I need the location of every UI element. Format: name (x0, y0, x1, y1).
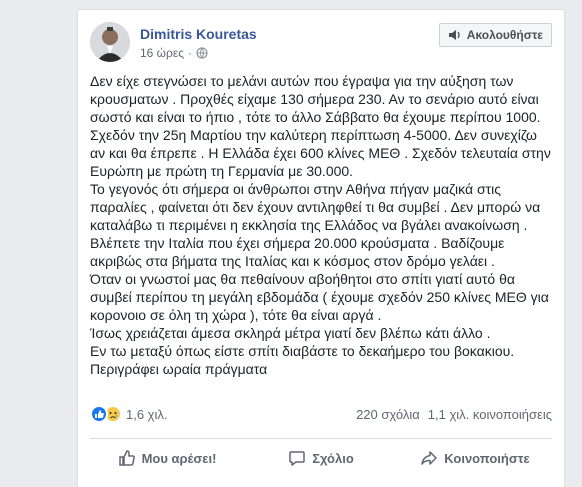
follow-icon (448, 29, 462, 41)
post-paragraph: Δεν είχε στεγνώσει το μελάνι αυτών που έ… (90, 73, 555, 179)
post-stats: 1,6 χιλ. 220 σχόλια 1,1 χιλ. κοινοποιήσε… (90, 404, 552, 424)
comment-button[interactable]: Σχόλιο (244, 442, 398, 474)
comment-label: Σχόλιο (312, 450, 354, 466)
post-body: Δεν είχε στεγνώσει το μελάνι αυτών που έ… (90, 72, 552, 378)
reactions-summary[interactable]: 1,6 χιλ. (90, 405, 168, 423)
follow-button[interactable]: Ακολουθήστε (438, 23, 552, 47)
engagement-counts: 220 σχόλια 1,1 χιλ. κοινοποιήσεις (356, 407, 552, 422)
globe-icon (196, 47, 208, 59)
post-paragraph: Όταν οι γνωστοί μας θα πεθαίνουν αβοήθητ… (90, 271, 553, 323)
post-card: Dimitris Kouretas 16 ώρες · Ακολουθήστε … (77, 9, 565, 487)
post-actions: Μου αρέσει! Σχόλιο Κοινοποιήστε (90, 442, 552, 474)
post-paragraph: Εν τω μεταξύ όπως είστε σπίτι διαβάστε τ… (90, 343, 515, 359)
post-time[interactable]: 16 ώρες (140, 46, 184, 60)
actions-divider (90, 438, 552, 439)
post-header: Dimitris Kouretas 16 ώρες · Ακολουθήστε (90, 22, 552, 66)
reactions-count[interactable]: 1,6 χιλ. (126, 407, 168, 422)
shares-count[interactable]: 1,1 χιλ. κοινοποιήσεις (428, 407, 552, 422)
follow-label: Ακολουθήστε (466, 28, 543, 42)
post-meta: 16 ώρες · (140, 46, 208, 60)
share-button[interactable]: Κοινοποιήστε (398, 442, 552, 474)
post-paragraph: Ίσως χρειάζεται άμεσα σκληρά μέτρα γιατί… (90, 325, 491, 341)
meta-separator: · (188, 46, 193, 60)
author-name[interactable]: Dimitris Kouretas (140, 26, 257, 42)
thumbs-up-icon (118, 450, 135, 466)
like-label: Μου αρέσει! (141, 450, 217, 466)
share-label: Κοινοποιήστε (444, 450, 530, 466)
avatar[interactable] (90, 22, 130, 62)
like-button[interactable]: Μου αρέσει! (90, 442, 244, 474)
comment-icon (289, 451, 305, 466)
post-paragraph: Περιγράφει ωραία πράγματα (90, 361, 268, 377)
comments-count[interactable]: 220 σχόλια (356, 407, 420, 422)
share-icon (421, 451, 438, 465)
post-paragraph: Βλέπετε την Ιταλία που έχει σήμερα 20.00… (90, 235, 509, 269)
like-reaction-icon (90, 405, 108, 423)
post-paragraph: Το γεγονός ότι σήμερα οι άνθρωποι στην Α… (90, 181, 545, 233)
